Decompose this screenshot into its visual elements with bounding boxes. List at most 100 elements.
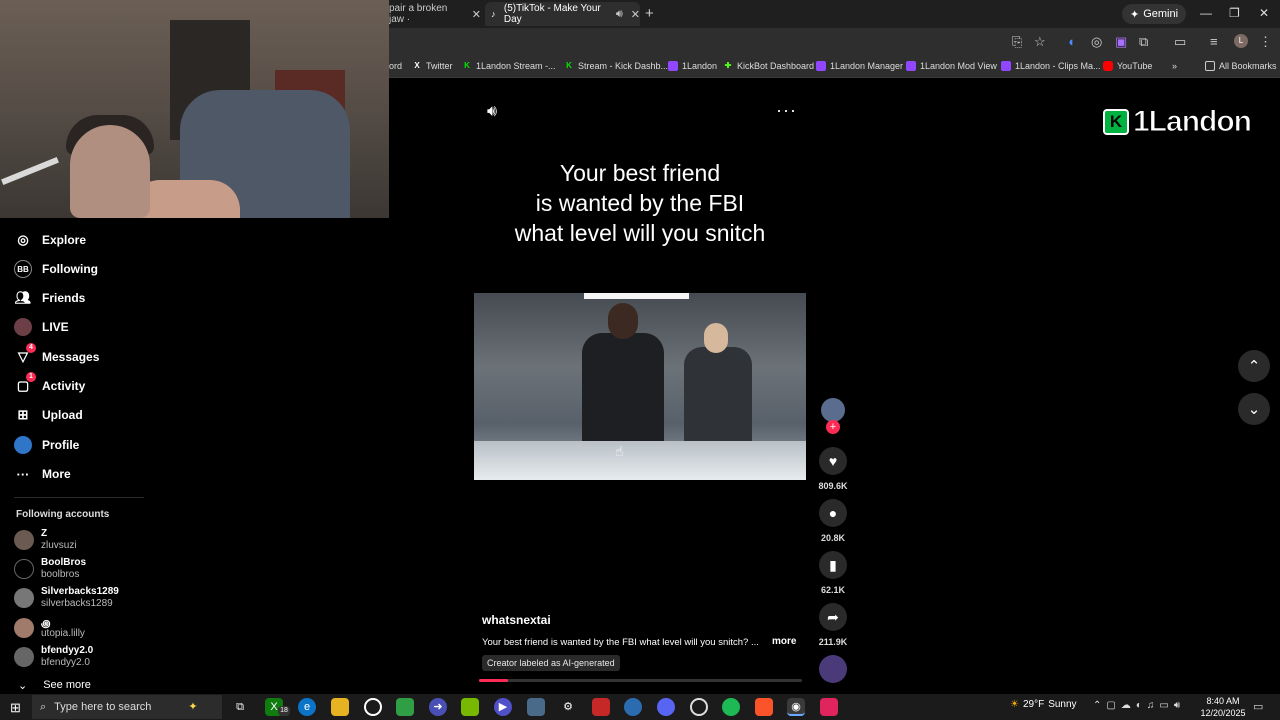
sidebar-item-upload[interactable]: ⊞ Upload [14,403,83,427]
steam-icon[interactable] [690,698,708,716]
extension-twitch-icon[interactable]: ▣ [1115,34,1127,50]
weather-widget[interactable]: ☀ 29°F Sunny [1010,699,1077,710]
comment-button[interactable]: ● [819,499,847,527]
sidebar-item-profile[interactable]: Profile [14,433,79,457]
bookmark-twitter[interactable]: X Twitter [412,61,452,71]
bookmark-landon[interactable]: 1Landon [668,61,717,71]
following-account[interactable]: bfendyy2.0 bfendyy2.0 [14,645,174,671]
media-play-icon[interactable]: ▶ [494,698,512,716]
media-controls-icon[interactable]: ≡ [1210,34,1218,49]
following-account[interactable]: ꩜ utopia.lilly [14,616,174,642]
creator-avatar[interactable] [821,398,845,422]
red-app-icon[interactable] [592,698,610,716]
file-explorer-icon[interactable] [331,698,349,716]
restore-icon[interactable]: ❐ [1229,6,1240,20]
bookmark-youtube[interactable]: YouTube [1103,61,1152,71]
install-app-icon[interactable]: ⎘ [1012,34,1022,50]
bookmark-kick-dashboard[interactable]: K Stream - Kick Dashb... [564,61,668,71]
bookmark-star-icon[interactable]: ☆ [1034,34,1046,50]
ai-generated-label: Creator labeled as AI-generated [482,655,620,671]
copilot-sparkle-icon[interactable]: ✦ [184,698,202,716]
task-view-icon[interactable]: ⧉ [231,698,249,716]
xbox-badge: 18 [278,706,290,716]
tab-tiktok[interactable]: ♪ (5)TikTok - Make Your Day 🔊︎ ✕ [485,2,640,26]
following-account[interactable]: Z zluvsuzi [14,528,174,554]
app-arrow-icon[interactable]: ➜ [429,698,447,716]
discord-icon[interactable] [657,698,675,716]
close-tab-icon[interactable]: ✕ [631,8,640,21]
sidebar-item-messages[interactable]: ▽ 4 Messages [14,343,99,369]
video-description: Your best friend is wanted by the FBI wh… [482,637,759,648]
video-author[interactable]: whatsnextai [482,613,551,627]
close-tab-icon[interactable]: ✕ [472,8,481,21]
gemini-button[interactable]: ✦ Gemini [1122,4,1187,24]
new-tab-icon[interactable]: + [645,5,654,22]
following-account[interactable]: Silverbacks1289 silverbacks1289 [14,586,174,612]
taskbar-clock[interactable]: 8:40 AM 12/20/2025 [1200,695,1246,719]
bookmark-landon-stream[interactable]: K 1Landon Stream -... [462,61,555,71]
messages-badge: 4 [26,343,36,353]
live-icon [14,318,32,336]
next-video-button[interactable]: ⌄ [1238,393,1270,425]
save-button[interactable]: ▮ [819,551,847,579]
share-button[interactable]: ➦ [819,603,847,631]
like-button[interactable]: ♥ [819,447,847,475]
sidebar-item-friends[interactable]: 👥︎ Friends [14,286,86,310]
bookmark-landon-clips[interactable]: 1Landon - Clips Ma... [1001,61,1101,71]
blue-app-icon[interactable] [624,698,642,716]
bookmark-item[interactable]: ord [389,61,402,71]
more-icon: ··· [16,466,30,482]
video-options-icon[interactable]: ··· [776,100,797,121]
video-progress-bar[interactable] [479,679,802,682]
bookmarks-overflow-icon[interactable]: » [1172,61,1177,71]
sidebar-item-live[interactable]: LIVE [14,315,69,339]
extensions-puzzle-icon[interactable]: ⧉ [1139,34,1148,50]
store-icon[interactable] [396,698,414,716]
browser-menu-icon[interactable]: ⋮ [1259,34,1272,50]
more-button[interactable]: more [772,636,796,647]
extension-audio-icon[interactable]: ◖ [1067,34,1075,49]
pink-app-icon[interactable] [820,698,838,716]
follow-plus-icon[interactable]: + [826,420,840,434]
sidebar-item-explore[interactable]: ◎ Explore [14,228,86,252]
webcam-overlay [0,0,389,218]
close-window-icon[interactable]: ✕ [1259,6,1269,20]
see-more-button[interactable]: ⌄ See more [18,679,91,692]
settings-gear-icon[interactable]: ⚙ [559,698,577,716]
friends-icon: 👥︎ [14,290,32,305]
edge-icon[interactable]: e [298,698,316,716]
video-frame[interactable] [474,293,806,480]
spotify-icon[interactable] [722,698,740,716]
all-bookmarks-button[interactable]: All Bookmarks [1205,61,1277,71]
bookmark-icon: ▮ [829,556,837,573]
profile-avatar-icon[interactable]: L [1234,34,1248,48]
bookmark-landon-manager[interactable]: 1Landon Manager [816,61,903,71]
following-account[interactable]: BoolBros boolbros [14,557,174,583]
calculator-icon[interactable] [527,698,545,716]
system-tray-icons[interactable]: ⌃▢☁◐♫▭🔊︎ [1093,700,1185,711]
comment-count: 20.8K [820,533,846,543]
obs-icon[interactable] [364,698,382,716]
minimize-icon[interactable]: — [1200,6,1212,20]
hand-cursor-icon: ☝︎ [615,443,624,459]
extension-game-icon[interactable]: ◎ [1091,34,1102,50]
bookmark-landon-mod-view[interactable]: 1Landon Mod View [906,61,997,71]
speaker-icon[interactable]: 🔊︎ [616,8,623,21]
sidebar-item-following[interactable]: BB Following [14,257,98,281]
volume-icon[interactable]: 🔊︎ [487,103,497,121]
sidebar-item-more[interactable]: ··· More [14,462,71,486]
tab-broken-jaw[interactable]: pair a broken jaw · ✕ [389,2,481,26]
like-count: 809.6K [818,481,848,491]
sidebar-item-activity[interactable]: ▢ 1 Activity [14,372,85,398]
nvidia-icon[interactable] [461,698,479,716]
brave-icon[interactable] [755,698,773,716]
previous-video-button[interactable]: ⌃ [1238,350,1270,382]
tab-search-icon[interactable]: ▭ [1174,34,1186,50]
chevron-up-icon: ⌃ [1247,358,1261,375]
chrome-icon[interactable]: ◉ [787,698,805,716]
twitch-icon [906,61,916,71]
bookmark-kickbot[interactable]: ✚ KickBot Dashboard [723,61,814,71]
notification-icon[interactable]: ▭ [1253,700,1263,713]
windows-start-icon[interactable]: ⊞ [10,700,21,716]
sound-disc-icon[interactable] [819,655,847,683]
